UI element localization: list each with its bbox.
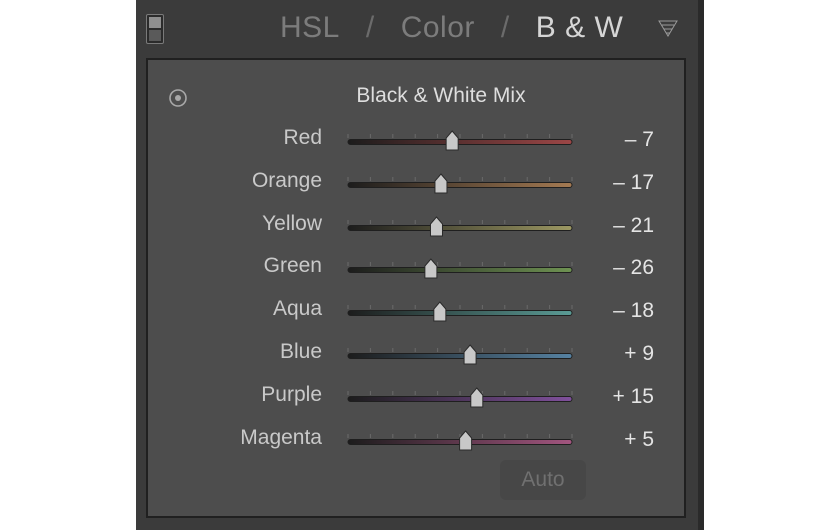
toggle-bottom-segment	[149, 30, 161, 41]
slider-track	[347, 395, 573, 402]
black-white-mix-panel: Black & White Mix Red – 7 Orange – 17 Yellow…	[146, 58, 686, 518]
slider-track	[347, 310, 573, 317]
slider-track	[347, 353, 573, 359]
slider-row-yellow: Yellow – 21	[148, 206, 684, 246]
panel-header: HSL / Color / B & W	[136, 0, 698, 56]
slider-label: Magenta	[240, 425, 322, 449]
auto-button[interactable]: Auto	[500, 460, 586, 500]
toggle-top-segment	[149, 17, 161, 28]
slider-row-red: Red – 7	[148, 120, 684, 160]
tab-bw[interactable]: B & W	[536, 11, 624, 45]
slider-track	[347, 224, 573, 231]
slider-row-green: Green – 26	[148, 248, 684, 288]
slider-value[interactable]: + 5	[624, 428, 654, 452]
panel-title-text: Black & White Mix	[356, 84, 526, 107]
slider-label: Yellow	[262, 211, 322, 235]
slider-row-blue: Blue + 9	[148, 334, 684, 374]
slider-thumb	[459, 429, 473, 451]
slider-thumb	[470, 387, 484, 408]
develop-panel: HSL / Color / B & W Black & White Mix Re…	[136, 0, 704, 530]
slider-thumb	[433, 301, 447, 322]
slider-blue[interactable]	[340, 334, 580, 374]
slider-label: Orange	[251, 168, 322, 192]
panel-menu-triangle-icon[interactable]	[657, 18, 679, 38]
slider-row-magenta: Magenta + 5	[148, 420, 684, 460]
slider-thumb	[429, 215, 443, 237]
panel-solo-toggle-icon[interactable]	[146, 14, 164, 44]
slider-magenta[interactable]	[340, 420, 580, 460]
tab-separator: /	[500, 11, 510, 44]
slider-track	[347, 181, 573, 188]
slider-value[interactable]: – 7	[625, 128, 654, 152]
slider-yellow[interactable]	[340, 206, 580, 246]
slider-aqua[interactable]	[340, 291, 580, 331]
slider-label: Aqua	[272, 297, 322, 321]
tab-hsl[interactable]: HSL	[280, 11, 340, 45]
slider-value[interactable]: – 17	[613, 171, 654, 195]
panel-tabs: HSL / Color / B & W	[280, 8, 623, 48]
slider-thumb	[445, 130, 459, 151]
slider-orange[interactable]	[340, 163, 580, 203]
panel-scroll-edge	[698, 0, 704, 530]
slider-red[interactable]	[340, 120, 580, 160]
slider-value[interactable]: + 9	[624, 342, 654, 366]
tab-color[interactable]: Color	[401, 11, 475, 45]
slider-label: Blue	[279, 340, 322, 363]
slider-track	[347, 139, 573, 145]
panel-title: Black & White Mix	[148, 84, 684, 108]
slider-green[interactable]	[340, 248, 580, 288]
tab-separator: /	[365, 11, 375, 44]
slider-thumb	[463, 344, 477, 365]
slider-label: Purple	[261, 382, 322, 406]
stage: HSL / Color / B & W Black & White Mix Re…	[0, 0, 840, 530]
slider-row-aqua: Aqua – 18	[148, 291, 684, 331]
slider-value[interactable]: + 15	[613, 385, 654, 409]
slider-label: Red	[283, 126, 322, 149]
slider-thumb	[424, 258, 438, 279]
slider-value[interactable]: – 21	[613, 214, 654, 238]
slider-value[interactable]: – 18	[613, 299, 654, 323]
slider-value[interactable]: – 26	[613, 256, 654, 280]
slider-label: Green	[263, 254, 322, 278]
slider-row-orange: Orange – 17	[148, 163, 684, 203]
slider-track	[347, 267, 573, 274]
slider-purple[interactable]	[340, 377, 580, 417]
slider-thumb	[434, 173, 448, 194]
slider-row-purple: Purple + 15	[148, 377, 684, 417]
